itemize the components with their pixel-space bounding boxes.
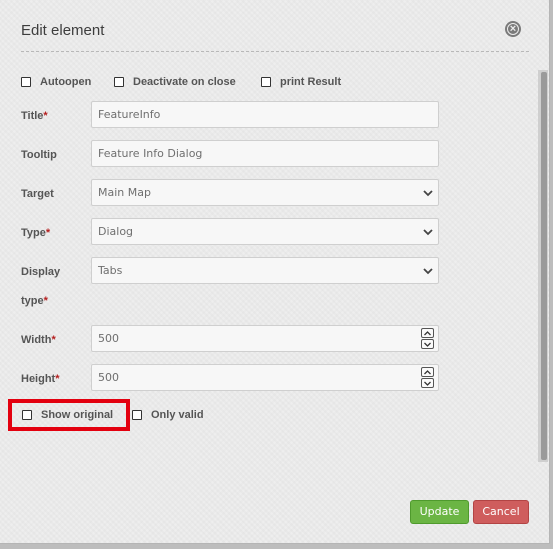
title-label: Title* [21, 110, 48, 122]
title-label-text: Title [21, 110, 44, 122]
target-label: Target [21, 188, 54, 200]
tooltip-label: Tooltip [21, 149, 57, 161]
width-step-up-button[interactable] [421, 328, 434, 338]
width-stepper[interactable] [421, 328, 434, 349]
print-result-checkbox[interactable]: print Result [261, 76, 341, 88]
required-marker: * [55, 373, 60, 385]
required-marker: * [51, 334, 56, 346]
edit-element-dialog: Edit element × Autoopen Deactivate on cl… [0, 0, 550, 544]
type-select[interactable]: Dialog [91, 218, 439, 245]
deactivate-on-close-label: Deactivate on close [133, 76, 236, 88]
print-result-checkbox-box[interactable] [261, 77, 271, 87]
height-step-up-button[interactable] [421, 367, 434, 377]
height-input[interactable]: 500 [91, 364, 439, 391]
display-type-label-2: type* [21, 295, 48, 307]
display-type-label: Display [21, 266, 60, 278]
tooltip-label-text: Tooltip [21, 149, 57, 161]
chevron-down-icon [423, 190, 433, 197]
required-marker: * [45, 227, 51, 239]
highlight-box [8, 399, 130, 431]
dialog-title: Edit element [21, 22, 105, 39]
height-step-down-button[interactable] [421, 378, 434, 388]
height-input-value: 500 [98, 371, 119, 384]
autoopen-checkbox-box[interactable] [21, 77, 31, 87]
display-type-label-line1: Display [21, 266, 61, 278]
scrollbar-thumb[interactable] [541, 72, 547, 460]
display-type-select[interactable]: Tabs [91, 257, 439, 284]
height-stepper[interactable] [421, 367, 434, 388]
width-input[interactable]: 500 [91, 325, 439, 352]
deactivate-on-close-checkbox-box[interactable] [114, 77, 124, 87]
chevron-up-icon [424, 370, 431, 375]
type-label-text: Type [21, 227, 46, 239]
chevron-down-icon [423, 268, 433, 275]
deactivate-on-close-checkbox[interactable]: Deactivate on close [114, 76, 236, 88]
chevron-up-icon [424, 331, 431, 336]
update-button[interactable]: Update [410, 500, 469, 524]
only-valid-checkbox-box[interactable] [132, 410, 142, 420]
chevron-down-icon [424, 381, 431, 386]
autoopen-checkbox[interactable]: Autoopen [21, 76, 91, 88]
width-input-value: 500 [98, 332, 119, 345]
print-result-label: print Result [280, 76, 342, 88]
height-label: Height* [21, 373, 60, 385]
width-step-down-button[interactable] [421, 339, 434, 349]
height-label-text: Height [21, 373, 56, 385]
chevron-down-icon [424, 342, 431, 347]
type-select-value: Dialog [98, 225, 134, 238]
target-select-value: Main Map [98, 186, 151, 199]
target-label-text: Target [21, 188, 54, 200]
tooltip-input[interactable]: Feature Info Dialog [91, 140, 439, 167]
autoopen-label: Autoopen [40, 76, 92, 88]
required-marker: * [43, 295, 48, 307]
title-input[interactable]: FeatureInfo [91, 101, 439, 128]
display-type-label-line2: type [21, 295, 44, 307]
required-marker: * [43, 110, 48, 122]
width-label: Width* [21, 334, 56, 346]
type-label: Type* [21, 227, 50, 239]
chevron-down-icon [423, 229, 433, 236]
display-type-select-value: Tabs [98, 264, 123, 277]
close-icon[interactable]: × [505, 21, 521, 37]
only-valid-checkbox[interactable]: Only valid [132, 409, 204, 421]
target-select[interactable]: Main Map [91, 179, 439, 206]
header-divider [21, 51, 529, 52]
cancel-button[interactable]: Cancel [473, 500, 529, 524]
width-label-text: Width [21, 334, 52, 346]
only-valid-label: Only valid [151, 409, 204, 421]
